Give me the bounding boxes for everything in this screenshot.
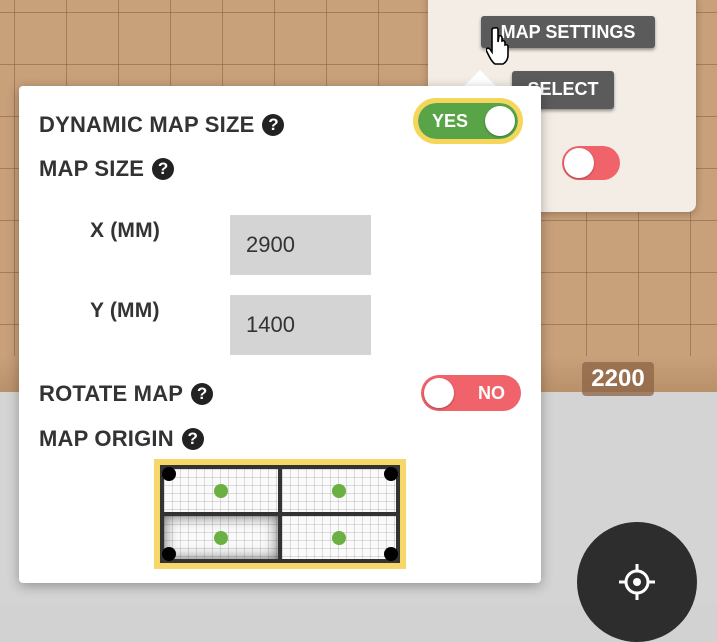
origin-dot — [214, 483, 228, 498]
toggle-knob — [424, 378, 454, 408]
hand-pointer-icon — [486, 26, 509, 65]
map-size-x-input[interactable]: 2900 — [230, 215, 371, 275]
toggle-text: NO — [478, 383, 505, 403]
help-icon[interactable]: ? — [191, 383, 214, 405]
help-icon[interactable]: ? — [181, 428, 204, 450]
map-size-label: MAP SIZE — [39, 156, 145, 181]
corner-dot-bottom-right — [384, 547, 398, 561]
help-icon[interactable]: ? — [152, 158, 175, 180]
origin-dot — [214, 530, 228, 545]
y-mm-label: Y (MM) — [90, 299, 160, 322]
map-origin-label: MAP ORIGIN — [39, 426, 174, 451]
rotate-map-toggle[interactable]: NO — [421, 375, 521, 411]
corner-dot-bottom-left — [162, 547, 176, 561]
x-mm-label: X (MM) — [90, 219, 161, 242]
rotate-map-row: ROTATE MAP? — [39, 381, 214, 407]
coordinate-badge: 2200 — [582, 362, 654, 396]
rotate-map-label: ROTATE MAP — [39, 381, 184, 406]
settings-toggle[interactable] — [562, 146, 620, 180]
toggle-knob — [564, 148, 594, 178]
toggle-text: YES — [432, 111, 469, 131]
origin-quadrant-top-left[interactable] — [164, 469, 278, 512]
toggle-knob — [485, 106, 515, 136]
corner-dot-top-left — [162, 467, 176, 481]
dynamic-map-size-label: DYNAMIC MAP SIZE — [39, 112, 255, 137]
origin-dot — [332, 483, 346, 498]
map-settings-popup: DYNAMIC MAP SIZE? YES MAP SIZE? X (MM) 2… — [19, 86, 541, 583]
map-origin-selector — [154, 459, 406, 569]
dynamic-map-size-toggle[interactable]: YES — [413, 98, 523, 144]
dynamic-map-size-row: DYNAMIC MAP SIZE? — [39, 112, 285, 138]
origin-quadrant-bottom-right[interactable] — [282, 516, 396, 559]
origin-quadrant-bottom-left[interactable] — [164, 516, 278, 559]
origin-grid-inner — [160, 465, 400, 563]
map-size-row: MAP SIZE? — [39, 156, 175, 182]
origin-quadrant-top-right[interactable] — [282, 469, 396, 512]
corner-dot-top-right — [384, 467, 398, 481]
locate-button[interactable] — [577, 522, 697, 642]
map-size-y-input[interactable]: 1400 — [230, 295, 371, 355]
help-icon[interactable]: ? — [262, 114, 285, 136]
map-origin-row: MAP ORIGIN? — [39, 426, 204, 452]
origin-dot — [332, 530, 346, 545]
crosshair-icon — [619, 564, 655, 600]
